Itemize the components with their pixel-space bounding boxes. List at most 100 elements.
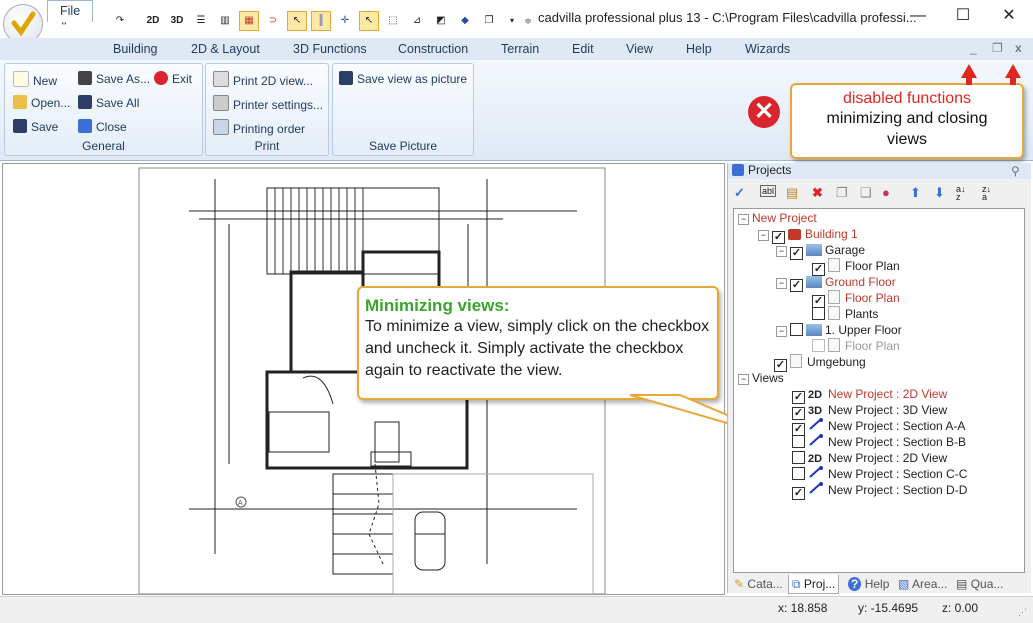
tree-view-item[interactable]: ✓ 2D New Project : 2D View [792, 386, 947, 404]
tree-umgebung[interactable]: ✓ Umgebung [774, 354, 866, 372]
resize-grip-icon[interactable]: ⋰ [1018, 607, 1027, 618]
tree-ground-floor-plan[interactable]: ✓ Floor Plan [812, 290, 900, 308]
tab-file[interactable]: File [47, 0, 94, 22]
tree-garage[interactable]: − ✓ Garage [776, 242, 865, 260]
section-line-icon [808, 418, 828, 435]
tree-upper-floor-plan[interactable]: Floor Plan [812, 338, 900, 354]
view-checkbox[interactable] [792, 451, 805, 464]
save-as-button[interactable]: Save As... [78, 71, 150, 86]
split-vertical-icon[interactable]: ▥ [215, 11, 235, 31]
window-close-button[interactable]: ✕ [994, 6, 1024, 26]
pointer-icon[interactable]: ↖ [359, 11, 379, 31]
paste-item-icon[interactable]: ❏ [860, 185, 872, 201]
tree-view-item[interactable]: New Project : Section B-B [792, 434, 966, 450]
tab-terrain[interactable]: Terrain [501, 42, 539, 56]
tab-wizards[interactable]: Wizards [745, 42, 790, 56]
tab-3d-functions[interactable]: 3D Functions [293, 42, 367, 56]
checkbox-upper-floor[interactable] [790, 323, 803, 336]
collapse-icon[interactable]: − [738, 214, 749, 225]
save-view-as-picture-button[interactable]: Save view as picture [339, 71, 467, 86]
check-icon[interactable]: ✓ [734, 185, 745, 201]
color-icon[interactable]: ● [882, 185, 890, 200]
copy-item-icon[interactable]: ❐ [836, 185, 848, 201]
tree-root[interactable]: − New Project [738, 210, 817, 226]
grid-icon[interactable]: ▦ [239, 11, 259, 31]
close-button[interactable]: Close [78, 119, 127, 134]
open-button[interactable]: Open... [13, 95, 70, 110]
window-maximize-button[interactable]: ☐ [948, 6, 978, 26]
properties-icon[interactable]: ▤ [786, 185, 798, 201]
snap-icon[interactable]: ↖ [287, 11, 307, 31]
move-up-icon[interactable]: ⬆ [910, 185, 921, 201]
tree-view-item[interactable]: New Project : Section C-C [792, 466, 967, 482]
rename-icon[interactable]: abl [760, 185, 777, 197]
window-minimize-button[interactable]: — [903, 6, 933, 26]
crosshair-icon[interactable]: ✛ [335, 11, 355, 31]
polygon-icon[interactable]: ◩ [431, 11, 451, 31]
select-frame-icon[interactable]: ⬚ [383, 11, 403, 31]
view-2d-button[interactable]: 2D [143, 11, 163, 31]
new-button[interactable]: New [13, 71, 57, 88]
collapse-icon[interactable]: − [776, 246, 787, 257]
sort-a-z-icon[interactable]: a↓ z [956, 185, 966, 202]
view-checkbox[interactable] [792, 435, 805, 448]
tree-plants[interactable]: Plants [812, 306, 878, 322]
view-checkbox[interactable]: ✓ [792, 487, 805, 500]
delete-icon[interactable]: ✖ [812, 185, 823, 201]
collapse-icon[interactable]: − [776, 326, 787, 337]
tree-upper-floor[interactable]: −1. Upper Floor [776, 322, 902, 338]
sort-z-a-icon[interactable]: z↓ a [982, 185, 991, 202]
collapse-icon[interactable]: − [738, 374, 749, 385]
tab-help-panel[interactable]: ? Help [848, 575, 889, 593]
guides-icon[interactable]: ║ [311, 11, 331, 31]
tab-quantities[interactable]: ▤ Qua... [956, 575, 1003, 593]
tab-2d-layout[interactable]: 2D & Layout [191, 42, 260, 56]
tree-view-item[interactable]: ✓ New Project : Section A-A [792, 418, 965, 436]
section-line-icon [808, 434, 828, 451]
pin-icon[interactable]: ⚲ [1011, 164, 1020, 178]
checkbox-ground-floor[interactable]: ✓ [790, 279, 803, 292]
tree-views[interactable]: − Views [738, 370, 784, 386]
printer-icon [213, 71, 229, 87]
doc-close-button[interactable]: x [1015, 41, 1022, 55]
tab-projects[interactable]: ⧉ Proj... [788, 575, 840, 594]
projects-panel-header: Projects [728, 163, 1031, 179]
checkbox-garage[interactable]: ✓ [790, 247, 803, 260]
doc-minimize-button[interactable]: _ [970, 41, 977, 55]
tree-garage-floor-plan[interactable]: ✓ Floor Plan [812, 258, 900, 276]
view-checkbox[interactable] [792, 467, 805, 480]
tab-catalog[interactable]: ✎ Cata... [734, 575, 783, 593]
tab-building[interactable]: Building [113, 42, 157, 56]
eraser-icon[interactable]: ◆ [455, 11, 475, 31]
tab-view[interactable]: View [626, 42, 653, 56]
print-2d-view-button[interactable]: Print 2D view... [213, 71, 313, 88]
copy-icon[interactable]: ❐ [479, 11, 499, 31]
select-area-icon[interactable]: ⊿ [407, 11, 427, 31]
printer-settings-button[interactable]: Printer settings... [213, 95, 323, 112]
collapse-icon[interactable]: − [776, 278, 787, 289]
doc-restore-button[interactable]: ❐ [992, 41, 1003, 55]
checkbox-plants[interactable] [812, 307, 825, 320]
tab-edit[interactable]: Edit [572, 42, 594, 56]
redo-icon[interactable]: ↷ [110, 11, 130, 31]
save-all-button[interactable]: Save All [78, 95, 139, 110]
tab-area[interactable]: ▧ Area... [898, 575, 947, 593]
tab-construction[interactable]: Construction [398, 42, 468, 56]
tree-view-item[interactable]: ✓ 3D New Project : 3D View [792, 402, 947, 420]
move-down-icon[interactable]: ⬇ [934, 185, 945, 201]
view-3d-button[interactable]: 3D [167, 11, 187, 31]
printing-order-button[interactable]: Printing order [213, 119, 305, 136]
save-button[interactable]: Save [13, 119, 58, 134]
magnet-icon[interactable]: ⊃ [263, 11, 283, 31]
collapse-icon[interactable]: − [758, 230, 769, 241]
customize-icon[interactable]: ≑ [518, 11, 538, 31]
split-horizontal-icon[interactable]: ☰ [191, 11, 211, 31]
tree-building-1[interactable]: − ✓ Building 1 [758, 226, 858, 244]
exit-button[interactable]: Exit [154, 71, 192, 86]
tree-view-item[interactable]: ✓ New Project : Section D-D [792, 482, 967, 500]
tree-view-item[interactable]: 2D New Project : 2D View [792, 450, 947, 466]
disabled-functions-callout: disabled functions minimizing and closin… [790, 83, 1024, 159]
tree-ground-floor[interactable]: − ✓ Ground Floor [776, 274, 896, 292]
checkbox-upper-floor-plan[interactable] [812, 339, 825, 352]
tab-help[interactable]: Help [686, 42, 712, 56]
